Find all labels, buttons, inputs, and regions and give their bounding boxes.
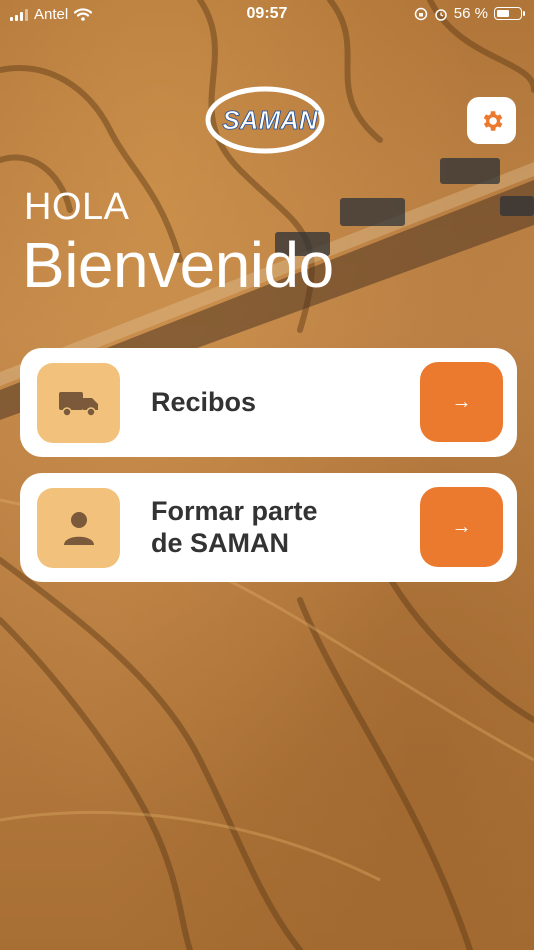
greeting-text: HOLA [24,186,130,228]
battery-icon [494,7,525,20]
alarm-icon [435,8,447,21]
truck-icon [58,392,98,417]
gear-icon [483,110,502,131]
person-icon [63,512,94,545]
formar-parte-label: Formar parte de SAMAN [151,495,318,559]
welcome-title: Bienvenido [22,229,334,301]
status-bar: Antel 09:57 56 % [0,0,534,30]
settings-button[interactable] [467,97,516,144]
recibos-card[interactable]: Recibos → [20,348,517,457]
logo-text: SAMAN [222,105,319,135]
recibos-icon-tile [37,363,120,443]
recibos-label: Recibos [151,387,257,417]
formar-parte-arrow-button[interactable]: → [420,487,503,567]
status-bar-right: 56 % [414,5,525,22]
battery-percent: 56 % [453,5,488,22]
formar-parte-label-line1: Formar parte [151,496,318,526]
formar-parte-icon-tile [37,488,120,568]
arrow-right-icon: → [451,515,472,538]
formar-parte-card[interactable]: Formar parte de SAMAN → [20,473,517,582]
recibos-arrow-button[interactable]: → [420,362,503,442]
battery-fill [497,10,509,17]
formar-parte-label-line2: de SAMAN [151,528,290,558]
rotation-lock-icon [414,7,428,20]
saman-logo: SAMAN [205,84,330,156]
arrow-right-icon: → [451,390,472,413]
